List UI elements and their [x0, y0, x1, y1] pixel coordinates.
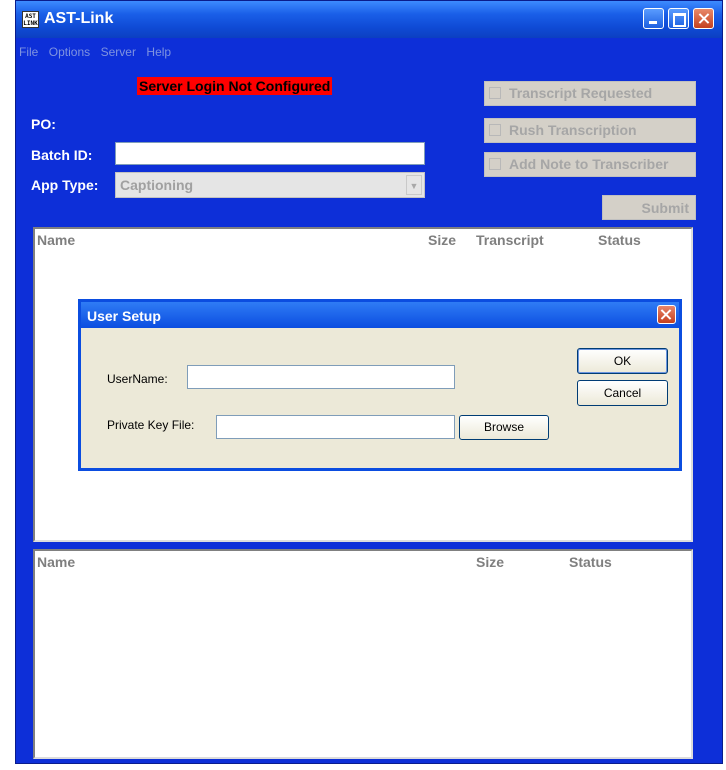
column-header-transcript[interactable]: Transcript: [476, 232, 544, 248]
lower-file-list[interactable]: Name Size Status: [33, 549, 693, 759]
dialog-close-button[interactable]: [657, 305, 676, 324]
username-label: UserName:: [107, 372, 168, 386]
transcript-requested-checkbox[interactable]: Transcript Requested: [484, 81, 696, 106]
maximize-button[interactable]: [668, 8, 689, 29]
column-header-name[interactable]: Name: [37, 554, 75, 570]
po-label: PO:: [31, 116, 56, 132]
server-status-notice: Server Login Not Configured: [137, 77, 333, 95]
rush-transcription-label: Rush Transcription: [509, 122, 637, 138]
add-note-label: Add Note to Transcriber: [509, 156, 669, 172]
menu-file[interactable]: File: [16, 38, 41, 59]
checkbox-icon: [489, 158, 501, 170]
column-header-status[interactable]: Status: [598, 232, 641, 248]
menu-help[interactable]: Help: [143, 38, 174, 59]
batch-id-input[interactable]: [115, 142, 425, 165]
checkbox-icon: [489, 87, 501, 99]
add-note-checkbox[interactable]: Add Note to Transcriber: [484, 152, 696, 177]
column-header-status[interactable]: Status: [569, 554, 612, 570]
checkbox-icon: [489, 124, 501, 136]
column-header-size[interactable]: Size: [476, 554, 504, 570]
main-window: AST LINK AST-Link File Options Server Hel…: [15, 0, 723, 764]
username-input[interactable]: [187, 365, 455, 389]
transcript-requested-label: Transcript Requested: [509, 85, 653, 101]
private-key-label: Private Key File:: [107, 418, 195, 432]
ok-button[interactable]: OK: [577, 348, 668, 374]
column-header-name[interactable]: Name: [37, 232, 75, 248]
browse-button[interactable]: Browse: [459, 415, 549, 440]
menu-server[interactable]: Server: [98, 38, 139, 59]
dialog-title-bar[interactable]: User Setup: [81, 302, 679, 328]
app-type-label: App Type:: [31, 177, 99, 193]
dialog-title: User Setup: [87, 308, 161, 324]
title-bar[interactable]: AST LINK AST-Link: [16, 1, 722, 38]
menu-bar: File Options Server Help: [16, 38, 722, 62]
rush-transcription-checkbox[interactable]: Rush Transcription: [484, 118, 696, 143]
user-setup-dialog: User Setup UserName: Private Key File: B…: [78, 299, 682, 471]
column-header-size[interactable]: Size: [428, 232, 456, 248]
submit-button[interactable]: Submit: [602, 195, 696, 220]
app-type-select[interactable]: Captioning ▼: [115, 172, 425, 198]
minimize-button[interactable]: [643, 8, 664, 29]
chevron-down-icon[interactable]: ▼: [406, 175, 422, 195]
cancel-button[interactable]: Cancel: [577, 380, 668, 406]
private-key-input[interactable]: [216, 415, 455, 439]
app-type-value: Captioning: [120, 177, 194, 193]
menu-options[interactable]: Options: [46, 38, 93, 59]
window-title: AST-Link: [44, 10, 114, 27]
close-button[interactable]: [693, 8, 714, 29]
app-logo-icon: AST LINK: [22, 11, 39, 28]
batch-id-label: Batch ID:: [31, 147, 93, 163]
